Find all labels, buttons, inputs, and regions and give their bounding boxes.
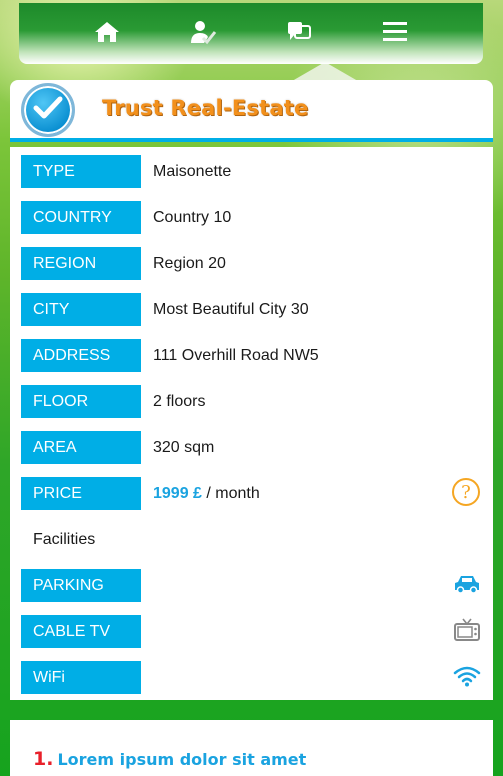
nav-menu-button[interactable] xyxy=(375,14,415,54)
detail-row-price: PRICE 1999 £ / month ? xyxy=(21,477,481,510)
detail-label: REGION xyxy=(21,247,141,280)
detail-row-region: REGION Region 20 xyxy=(21,247,481,280)
list-item-number: 1. xyxy=(33,748,54,770)
detail-value: Maisonette xyxy=(153,162,232,180)
price-amount: 1999 £ xyxy=(153,484,202,502)
list-item[interactable]: 1. Lorem ipsum dolor sit amet xyxy=(33,748,306,770)
detail-label: AREA xyxy=(21,431,141,464)
detail-row-type: TYPE Maisonette xyxy=(21,155,481,188)
facility-row-parking: PARKING xyxy=(21,569,481,602)
detail-value: 111 Overhill Road NW5 xyxy=(153,346,319,364)
detail-value: Most Beautiful City 30 xyxy=(153,300,309,318)
brand-title[interactable]: Trust Real-Estate xyxy=(102,96,308,120)
logo[interactable] xyxy=(21,83,75,137)
home-icon xyxy=(94,20,120,48)
header: Trust Real-Estate xyxy=(10,80,493,142)
detail-row-floor: FLOOR 2 floors xyxy=(21,385,481,418)
top-navbar xyxy=(19,3,483,64)
detail-row-country: COUNTRY Country 10 xyxy=(21,201,481,234)
property-details: TYPE Maisonette COUNTRY Country 10 REGIO… xyxy=(10,147,493,700)
facilities-heading-row: Facilities xyxy=(21,523,481,556)
detail-label: ADDRESS xyxy=(21,339,141,372)
detail-label: FLOOR xyxy=(21,385,141,418)
chat-icon xyxy=(286,20,312,48)
detail-value: Country 10 xyxy=(153,208,232,226)
detail-label: TYPE xyxy=(21,155,141,188)
facilities-heading: Facilities xyxy=(33,530,96,548)
user-check-icon xyxy=(189,19,217,49)
car-icon xyxy=(453,573,481,599)
question-icon: ? xyxy=(451,477,481,511)
nav-messages-button[interactable] xyxy=(279,14,319,54)
checkmark-icon xyxy=(33,95,63,125)
facility-row-wifi: WiFi xyxy=(21,661,481,694)
facility-label: WiFi xyxy=(21,661,141,694)
detail-label: COUNTRY xyxy=(21,201,141,234)
detail-value: 2 floors xyxy=(153,392,206,410)
tv-icon xyxy=(453,617,481,647)
detail-value: Region 20 xyxy=(153,254,226,272)
facility-label: CABLE TV xyxy=(21,615,141,648)
detail-label: PRICE xyxy=(21,477,141,510)
detail-row-area: AREA 320 sqm xyxy=(21,431,481,464)
content-list: 1. Lorem ipsum dolor sit amet xyxy=(10,720,493,776)
nav-home-button[interactable] xyxy=(87,14,127,54)
detail-row-address: ADDRESS 111 Overhill Road NW5 xyxy=(21,339,481,372)
facility-label: PARKING xyxy=(21,569,141,602)
list-item-text: Lorem ipsum dolor sit amet xyxy=(57,750,307,769)
menu-icon xyxy=(382,21,408,47)
svg-text:?: ? xyxy=(461,482,471,503)
facility-row-cable-tv: CABLE TV xyxy=(21,615,481,648)
price-help-button[interactable]: ? xyxy=(449,477,481,511)
nav-profile-button[interactable] xyxy=(183,14,223,54)
wifi-icon xyxy=(453,665,481,691)
detail-value: 320 sqm xyxy=(153,438,215,456)
price-value: 1999 £ / month xyxy=(153,485,449,503)
price-suffix: / month xyxy=(201,484,260,502)
detail-label: CITY xyxy=(21,293,141,326)
detail-row-city: CITY Most Beautiful City 30 xyxy=(21,293,481,326)
